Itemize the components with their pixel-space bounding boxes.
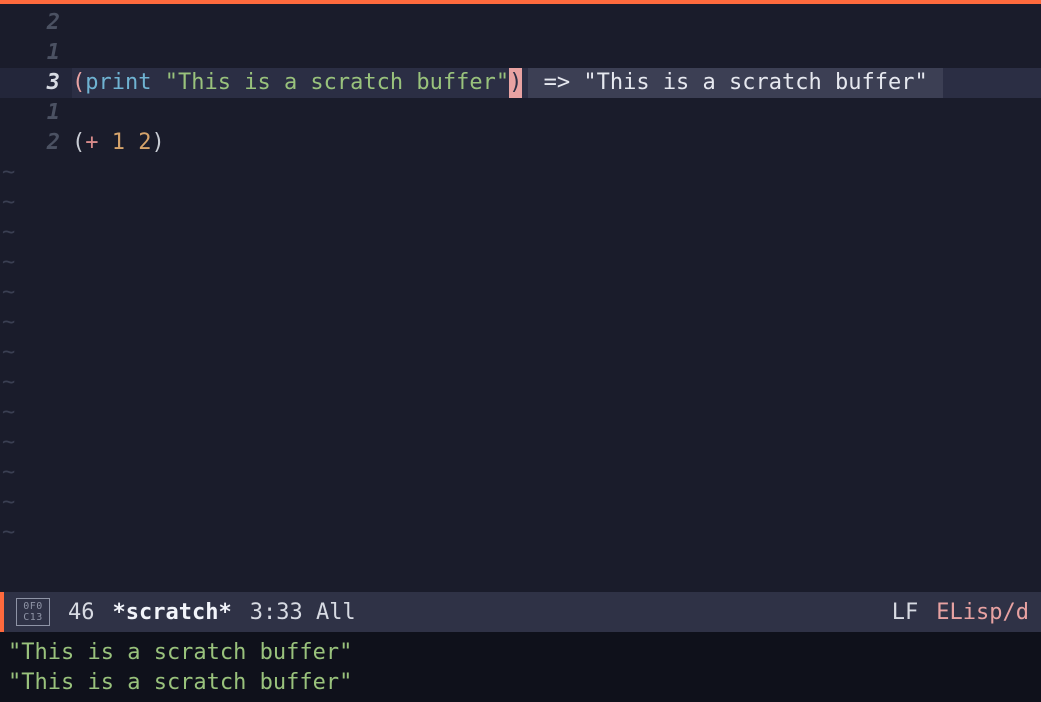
line-content[interactable]: (+ 1 2) <box>72 128 1041 158</box>
close-paren: ) <box>152 128 165 158</box>
modeline[interactable]: 0F0 C13 46 *scratch* 3:33 All LF ELisp/d <box>0 592 1041 632</box>
tilde-marker: ~ <box>0 308 1041 338</box>
tilde-marker: ~ <box>0 398 1041 428</box>
number-literal: 2 <box>138 128 151 158</box>
space <box>125 128 138 158</box>
tilde-marker: ~ <box>0 248 1041 278</box>
line-number: 1 <box>0 98 72 128</box>
number-literal: 1 <box>112 128 125 158</box>
code-line[interactable]: 1 <box>0 38 1041 68</box>
tilde-marker: ~ <box>0 428 1041 458</box>
open-paren: ( <box>72 128 85 158</box>
code-line[interactable]: 2 (+ 1 2) <box>0 128 1041 158</box>
tilde-marker: ~ <box>0 218 1041 248</box>
major-mode-indicator[interactable]: ELisp/d <box>936 600 1029 625</box>
tilde-marker: ~ <box>0 488 1041 518</box>
tilde-marker: ~ <box>0 338 1041 368</box>
echo-line: "This is a scratch buffer" <box>8 668 1033 698</box>
column-indicator: 46 <box>68 600 95 625</box>
line-content[interactable] <box>72 8 1041 38</box>
eval-result-overlay: => "This is a scratch buffer" <box>528 68 943 98</box>
line-number-current: 3 <box>0 68 72 98</box>
code-line-current[interactable]: 3 (print "This is a scratch buffer") => … <box>0 68 1041 98</box>
position-indicator: 3:33 All <box>250 600 356 625</box>
evil-bot: C13 <box>23 612 43 623</box>
overlay-arrow: => <box>530 70 583 95</box>
line-content[interactable] <box>72 38 1041 68</box>
space <box>151 68 164 98</box>
tilde-marker: ~ <box>0 368 1041 398</box>
line-number: 2 <box>0 8 72 38</box>
text-buffer[interactable]: 2 1 3 (print "This is a scratch buffer")… <box>0 4 1041 592</box>
empty-lines: ~ ~ ~ ~ ~ ~ ~ ~ ~ ~ ~ ~ ~ <box>0 158 1041 592</box>
function-name: print <box>85 68 151 98</box>
string-literal: "This is a scratch buffer" <box>165 68 509 98</box>
open-paren: ( <box>72 68 85 98</box>
tilde-marker: ~ <box>0 458 1041 488</box>
echo-line: "This is a scratch buffer" <box>8 638 1033 668</box>
code-line[interactable]: 1 <box>0 98 1041 128</box>
line-content[interactable] <box>72 98 1041 128</box>
line-number: 2 <box>0 128 72 158</box>
evil-top: 0F0 <box>23 601 43 612</box>
tilde-marker: ~ <box>0 158 1041 188</box>
eol-indicator[interactable]: LF <box>892 600 919 625</box>
cursor-on-paren: ) <box>509 68 522 98</box>
tilde-marker: ~ <box>0 278 1041 308</box>
tilde-marker: ~ <box>0 188 1041 218</box>
buffer-name[interactable]: *scratch* <box>113 600 232 625</box>
echo-area: "This is a scratch buffer" "This is a sc… <box>0 632 1041 702</box>
line-content[interactable]: (print "This is a scratch buffer") => "T… <box>72 68 1041 98</box>
editor-window: 2 1 3 (print "This is a scratch buffer")… <box>0 0 1041 702</box>
tilde-marker: ~ <box>0 518 1041 548</box>
evil-state-icon: 0F0 C13 <box>16 598 50 626</box>
overlay-value: "This is a scratch buffer" <box>583 70 927 95</box>
code-line[interactable]: 2 <box>0 8 1041 38</box>
space <box>99 128 112 158</box>
line-number: 1 <box>0 38 72 68</box>
operator: + <box>85 128 98 158</box>
